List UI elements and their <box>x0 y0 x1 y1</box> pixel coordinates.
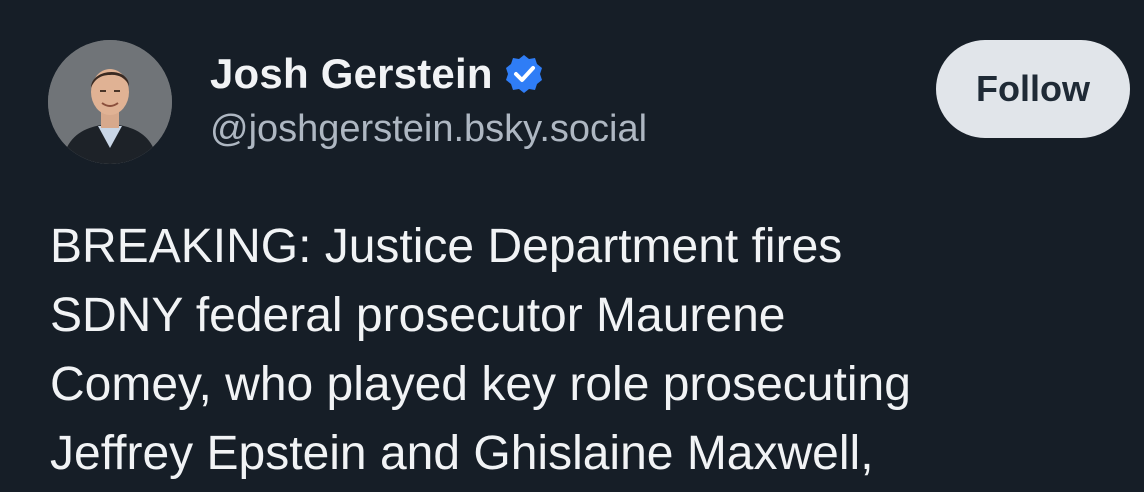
author-handle[interactable]: @joshgerstein.bsky.social <box>210 108 647 151</box>
avatar-image <box>48 40 172 164</box>
post-text-line: BREAKING: Justice Department fires <box>50 220 843 273</box>
post-text-line: Jeffrey Epstein and Ghislaine Maxwell, <box>50 427 874 480</box>
author-display-name[interactable]: Josh Gerstein <box>210 50 493 98</box>
avatar[interactable] <box>48 40 172 164</box>
post-text-line: Comey, who played key role prosecuting <box>50 358 911 411</box>
post-text: BREAKING: Justice Department fires SDNY … <box>50 212 1130 488</box>
follow-button[interactable]: Follow <box>936 40 1130 138</box>
verified-check-icon <box>503 53 545 95</box>
post-card: Josh Gerstein @joshgerstein.bsky.social … <box>0 0 1144 492</box>
author-name-row: Josh Gerstein <box>210 46 545 102</box>
post-text-line: SDNY federal prosecutor Maurene <box>50 289 786 342</box>
